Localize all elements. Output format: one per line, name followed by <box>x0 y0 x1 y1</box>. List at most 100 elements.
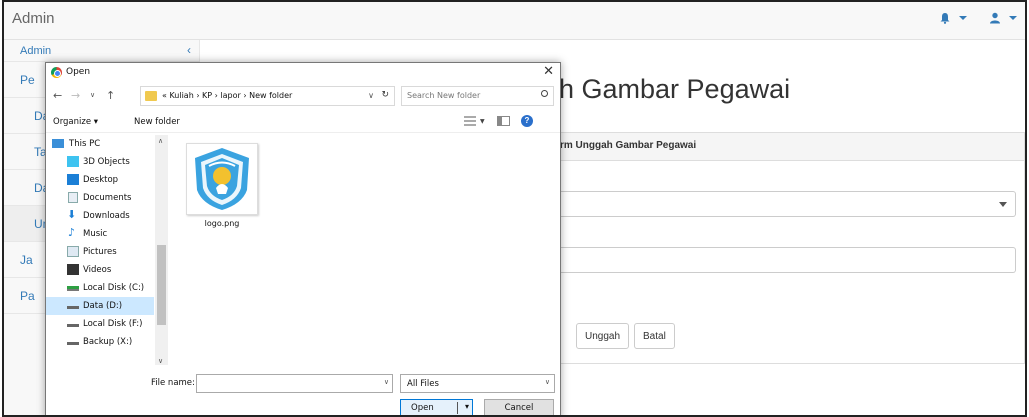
chevron-down-icon <box>999 202 1007 207</box>
file-input[interactable] <box>558 247 1016 273</box>
employee-select[interactable] <box>558 191 1016 217</box>
back-arrow-icon[interactable]: ← <box>53 89 62 102</box>
address-row: ← → ∨ ↑ « Kuliah › KP › lapor › New fold… <box>46 83 560 109</box>
chevron-down-icon[interactable]: ∨ <box>368 91 374 100</box>
pictures-icon <box>67 246 79 257</box>
user-dropdown[interactable] <box>989 12 1017 24</box>
nav-item-label: Videos <box>83 265 112 275</box>
this-pc-icon <box>52 139 64 148</box>
nav-item-3d-objects[interactable]: 3D Objects <box>46 153 154 171</box>
preview-pane-icon[interactable] <box>497 116 510 126</box>
downloads-icon: ⬇ <box>67 208 77 221</box>
cancel-button[interactable]: Batal <box>634 323 675 349</box>
dialog-titlebar[interactable]: Open ✕ <box>46 63 560 83</box>
chevron-down-icon <box>959 16 967 20</box>
file-name-field[interactable]: ∨ <box>196 374 393 393</box>
address-bar[interactable]: « Kuliah › KP › lapor › New folder ∨ ↻ <box>140 86 395 106</box>
file-thumbnail <box>186 143 258 215</box>
drive-icon <box>67 324 79 327</box>
help-icon[interactable]: ? <box>521 115 533 127</box>
nav-item-documents[interactable]: Documents <box>46 189 154 207</box>
chrome-icon <box>51 67 62 78</box>
dialog-cancel-button[interactable]: Cancel <box>484 399 554 415</box>
drive-icon <box>67 342 79 345</box>
open-button-label: Open <box>411 403 434 413</box>
nav-item-downloads[interactable]: ⬇ Downloads <box>46 207 154 225</box>
open-button[interactable]: Open ▾ <box>400 399 473 415</box>
open-file-dialog: Open ✕ ← → ∨ ↑ « Kuliah › KP › lapor › N… <box>45 62 561 415</box>
nav-item-label: This PC <box>69 139 101 149</box>
nav-item-label: Music <box>83 229 108 239</box>
nav-item-local-disk-f[interactable]: Local Disk (F:) <box>46 315 154 333</box>
logo-thumbnail-image <box>195 148 249 210</box>
new-folder-button[interactable]: New folder <box>134 117 180 127</box>
up-arrow-icon[interactable]: ↑ <box>106 89 115 102</box>
documents-icon <box>68 192 78 203</box>
sidebar-item-label: Pa <box>20 289 35 303</box>
nav-item-videos[interactable]: Videos <box>46 261 154 279</box>
nav-item-label: Local Disk (C:) <box>83 283 145 293</box>
nav-item-label: Data (D:) <box>83 301 123 311</box>
desktop-icon <box>67 174 79 185</box>
organize-button[interactable]: Organize ▾ <box>53 117 98 127</box>
view-options-icon[interactable] <box>464 116 476 126</box>
nav-item-pictures[interactable]: Pictures <box>46 243 154 261</box>
file-name-label: File name: <box>151 378 195 388</box>
nav-item-desktop[interactable]: Desktop <box>46 171 154 189</box>
chevron-down-icon[interactable]: ∨ <box>384 378 389 386</box>
nav-item-backup-x[interactable]: Backup (X:) <box>46 333 154 351</box>
upload-form-panel: rm Unggah Gambar Pegawai Unggah Batal <box>558 132 1025 364</box>
bell-icon <box>940 13 950 24</box>
upload-button[interactable]: Unggah <box>576 323 630 349</box>
refresh-icon[interactable]: ↻ <box>381 90 389 100</box>
search-placeholder: Search New folder <box>407 91 481 100</box>
user-icon <box>990 12 1000 24</box>
nav-item-local-disk-c[interactable]: Local Disk (C:) <box>46 279 154 297</box>
nav-item-label: Desktop <box>83 175 119 185</box>
search-input[interactable]: Search New folder <box>401 86 554 106</box>
chevron-down-icon[interactable]: ∨ <box>158 357 163 365</box>
nav-item-label: 3D Objects <box>83 157 130 167</box>
nav-item-data-d[interactable]: Data (D:) <box>46 297 154 315</box>
nav-scrollbar[interactable]: ∧ ∨ <box>155 135 168 365</box>
page-title: h Gambar Pegawai <box>559 74 791 104</box>
folder-icon <box>145 91 157 101</box>
scrollbar-thumb[interactable] <box>157 245 166 325</box>
recent-dropdown-icon[interactable]: ∨ <box>90 91 95 99</box>
sidebar-header-label: Admin <box>20 45 52 57</box>
videos-icon <box>67 264 79 275</box>
address-path: « Kuliah › KP › lapor › New folder <box>162 91 293 100</box>
search-icon <box>541 90 548 97</box>
sidebar-header[interactable]: Admin ‹ <box>4 40 199 62</box>
chevron-down-icon[interactable]: ▼ <box>480 118 485 125</box>
nav-item-this-pc[interactable]: This PC <box>46 135 154 153</box>
music-icon: ♪ <box>68 226 76 239</box>
file-item[interactable]: logo.png <box>186 143 258 233</box>
browser-frame: Admin Admin ‹ Pe Da Ta Da Un Ja Pa h Gam… <box>2 0 1027 417</box>
file-type-select[interactable]: All Files ∨ <box>400 374 555 393</box>
brand[interactable]: Admin <box>12 10 55 27</box>
chevron-left-icon[interactable]: ‹ <box>187 43 191 57</box>
split-divider <box>457 402 458 414</box>
nav-item-label: Pictures <box>83 247 117 257</box>
notifications-dropdown[interactable] <box>939 12 967 24</box>
nav-item-label: Backup (X:) <box>83 337 133 347</box>
nav-item-music[interactable]: ♪ Music <box>46 225 154 243</box>
close-icon[interactable]: ✕ <box>543 64 554 79</box>
sidebar-item-label: Pe <box>20 73 35 87</box>
navigation-pane: This PC 3D Objects Desktop Documents ⬇ D… <box>46 135 168 365</box>
chevron-down-icon <box>1009 16 1017 20</box>
forward-arrow-icon[interactable]: → <box>71 89 80 102</box>
local-disk-icon <box>67 286 79 291</box>
nav-item-label: Documents <box>83 193 132 203</box>
file-type-value: All Files <box>407 379 439 389</box>
top-navbar: Admin <box>4 2 1025 40</box>
drive-icon <box>67 306 79 309</box>
sidebar-item-label: Ja <box>20 253 33 267</box>
file-name-label: logo.png <box>204 219 240 228</box>
chevron-down-icon[interactable]: ▾ <box>465 402 469 411</box>
dialog-title: Open <box>66 67 91 77</box>
chevron-up-icon[interactable]: ∧ <box>158 137 163 145</box>
3d-objects-icon <box>67 156 79 167</box>
chevron-down-icon: ∨ <box>544 378 550 386</box>
